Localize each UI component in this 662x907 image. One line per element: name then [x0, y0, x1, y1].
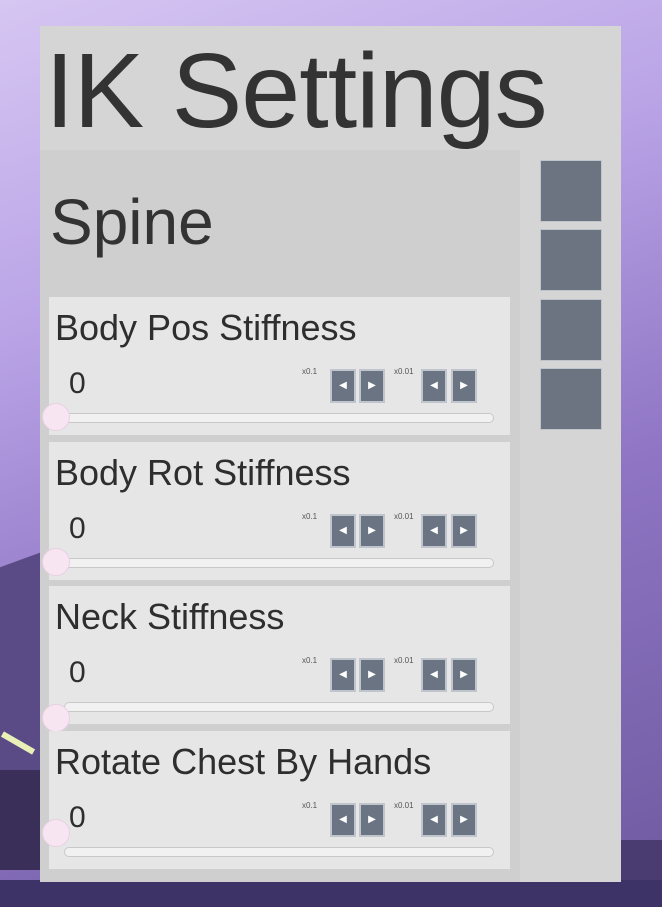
slider-track[interactable]: [64, 702, 494, 712]
arrow-right-icon: ▶: [460, 814, 468, 825]
fine-step-label: x0.01: [394, 801, 414, 810]
increase-fine-button[interactable]: ▶: [451, 658, 477, 692]
increase-fine-button[interactable]: ▶: [451, 514, 477, 548]
slider-handle[interactable]: [42, 548, 70, 576]
panel-title: IK Settings: [45, 32, 548, 150]
slider-track[interactable]: [64, 558, 494, 568]
slider-track[interactable]: [64, 847, 494, 857]
setting-value: 0: [69, 512, 86, 545]
background-object: [0, 770, 40, 870]
arrow-right-icon: ▶: [368, 669, 376, 680]
section-title: Spine: [50, 186, 214, 258]
side-tab-button-1[interactable]: [540, 160, 602, 222]
decrease-fine-button[interactable]: ◀: [421, 514, 447, 548]
increase-coarse-button[interactable]: ▶: [359, 658, 385, 692]
side-tab-button-3[interactable]: [540, 299, 602, 361]
arrow-left-icon: ◀: [430, 525, 438, 536]
arrow-left-icon: ◀: [339, 669, 347, 680]
slider-handle[interactable]: [42, 819, 70, 847]
side-tab-button-4[interactable]: [540, 368, 602, 430]
arrow-left-icon: ◀: [339, 814, 347, 825]
setting-label: Rotate Chest By Hands: [55, 741, 432, 782]
background-object: [620, 840, 662, 880]
decrease-fine-button[interactable]: ◀: [421, 803, 447, 837]
coarse-step-label: x0.1: [302, 801, 318, 810]
setting-value: 0: [69, 801, 86, 834]
arrow-left-icon: ◀: [430, 380, 438, 391]
setting-label: Body Pos Stiffness: [55, 307, 357, 348]
increase-coarse-button[interactable]: ▶: [359, 369, 385, 403]
increase-coarse-button[interactable]: ▶: [359, 803, 385, 837]
slider-track[interactable]: [64, 413, 494, 423]
arrow-left-icon: ◀: [430, 814, 438, 825]
setting-body-pos-stiffness: Body Pos Stiffness 0 x0.1 ◀ ▶ x0.01 ◀ ▶: [42, 297, 510, 435]
slider-handle[interactable]: [42, 403, 70, 431]
arrow-right-icon: ▶: [460, 669, 468, 680]
background-floor: [0, 880, 662, 907]
arrow-left-icon: ◀: [339, 525, 347, 536]
arrow-right-icon: ▶: [368, 525, 376, 536]
arrow-right-icon: ▶: [368, 814, 376, 825]
arrow-left-icon: ◀: [430, 669, 438, 680]
coarse-step-label: x0.1: [302, 367, 318, 376]
coarse-step-label: x0.1: [302, 656, 318, 665]
setting-rotate-chest-by-hands: Rotate Chest By Hands 0 x0.1 ◀ ▶ x0.01 ◀…: [42, 731, 510, 869]
arrow-right-icon: ▶: [460, 380, 468, 391]
fine-step-label: x0.01: [394, 512, 414, 521]
decrease-coarse-button[interactable]: ◀: [330, 514, 356, 548]
setting-value: 0: [69, 367, 86, 400]
increase-fine-button[interactable]: ▶: [451, 803, 477, 837]
slider-handle[interactable]: [42, 704, 70, 732]
setting-value: 0: [69, 656, 86, 689]
arrow-right-icon: ▶: [460, 525, 468, 536]
increase-coarse-button[interactable]: ▶: [359, 514, 385, 548]
setting-body-rot-stiffness: Body Rot Stiffness 0 x0.1 ◀ ▶ x0.01 ◀ ▶: [42, 442, 510, 580]
decrease-fine-button[interactable]: ◀: [421, 658, 447, 692]
spine-section: Spine Body Pos Stiffness 0 x0.1 ◀ ▶ x0.0…: [40, 150, 520, 882]
setting-label: Neck Stiffness: [55, 596, 285, 637]
ik-settings-panel: IK Settings Spine Body Pos Stiffness 0 x…: [40, 26, 621, 882]
decrease-fine-button[interactable]: ◀: [421, 369, 447, 403]
decrease-coarse-button[interactable]: ◀: [330, 658, 356, 692]
fine-step-label: x0.01: [394, 656, 414, 665]
arrow-left-icon: ◀: [339, 380, 347, 391]
fine-step-label: x0.01: [394, 367, 414, 376]
setting-label: Body Rot Stiffness: [55, 452, 351, 493]
coarse-step-label: x0.1: [302, 512, 318, 521]
arrow-right-icon: ▶: [368, 380, 376, 391]
decrease-coarse-button[interactable]: ◀: [330, 803, 356, 837]
decrease-coarse-button[interactable]: ◀: [330, 369, 356, 403]
side-tab-button-2[interactable]: [540, 229, 602, 291]
setting-neck-stiffness: Neck Stiffness 0 x0.1 ◀ ▶ x0.01 ◀ ▶: [42, 586, 510, 732]
increase-fine-button[interactable]: ▶: [451, 369, 477, 403]
